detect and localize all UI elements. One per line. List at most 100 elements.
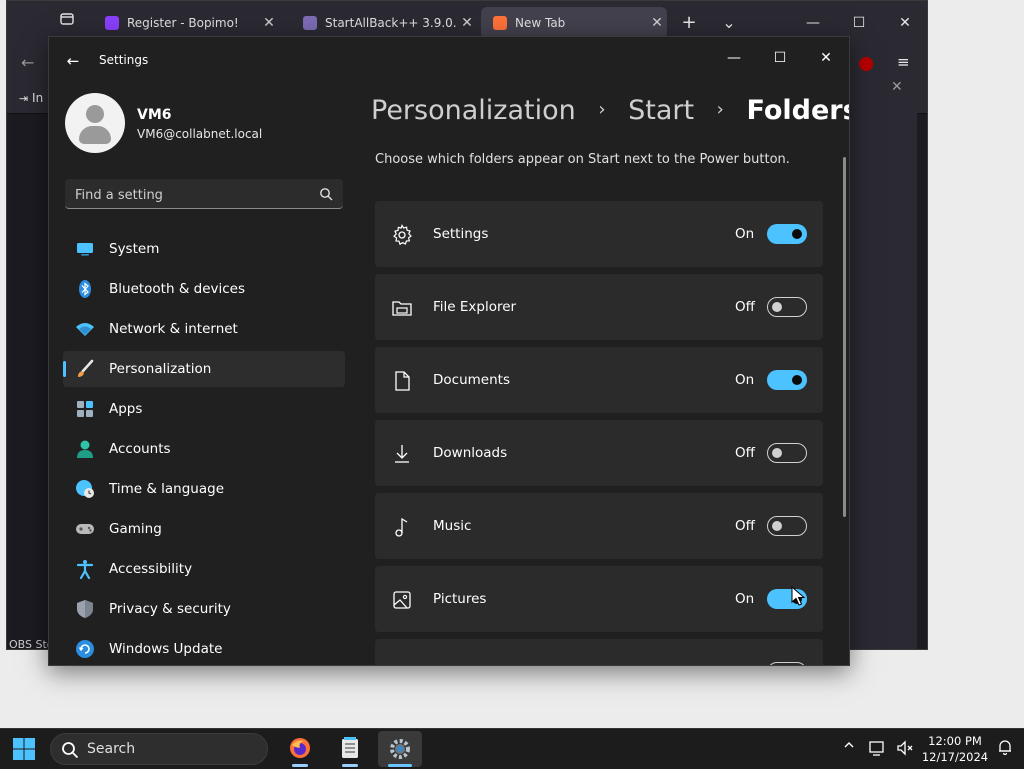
close-tab-icon[interactable]: ✕ (259, 15, 279, 31)
folder-label: Settings (433, 226, 489, 242)
sidebar-item-privacy[interactable]: Privacy & security (63, 591, 345, 627)
folder-label: Documents (433, 372, 510, 388)
taskbar-notepad[interactable] (328, 731, 372, 767)
sidebar-item-label: Windows Update (109, 641, 223, 657)
volume-muted-icon[interactable] (896, 739, 914, 757)
breadcrumb-separator: › (716, 99, 724, 120)
back-button[interactable]: ← (63, 51, 83, 71)
ublock-icon[interactable] (859, 57, 873, 71)
sidebar-item-bluetooth[interactable]: Bluetooth & devices (63, 271, 345, 307)
taskbar: Search 12:00 PM 12/17/2024 (0, 728, 1024, 769)
panel-close-icon[interactable]: ✕ (891, 79, 903, 95)
sidebar-item-label: Accounts (109, 441, 171, 457)
browser-tab-active[interactable]: New Tab ✕ (481, 7, 667, 39)
page-title: Folders (746, 95, 850, 126)
system-clock[interactable]: 12:00 PM 12/17/2024 (918, 733, 992, 765)
sidebar-item-network[interactable]: Network & internet (63, 311, 345, 347)
bookmark-item[interactable]: ⇥ In (19, 91, 43, 105)
notification-bell-icon[interactable] (996, 739, 1014, 757)
sidebar-item-label: System (109, 241, 160, 257)
browser-tab[interactable]: Register - Bopimo! ✕ (93, 7, 279, 39)
sidebar-item-label: Accessibility (109, 561, 193, 577)
app-title: Settings (99, 53, 149, 67)
sidebar-item-gaming[interactable]: Gaming (63, 511, 345, 547)
browser-minimize-icon[interactable]: — (799, 9, 827, 37)
taskbar-search[interactable]: Search (50, 733, 268, 765)
sidebar-item-system[interactable]: System (63, 231, 345, 267)
close-tab-icon[interactable]: ✕ (647, 15, 667, 31)
tab-title: Register - Bopimo! (127, 16, 239, 30)
network-icon[interactable] (868, 739, 886, 757)
accessibility-icon (75, 559, 95, 580)
toggle-state-text: On (735, 372, 755, 388)
folder-label: Pictures (433, 591, 487, 607)
file-explorer-toggle[interactable] (767, 297, 807, 317)
notepad-icon (342, 737, 358, 758)
music-note-icon (391, 516, 413, 538)
search-input[interactable] (65, 179, 317, 211)
toggle-state-text: Off (735, 299, 755, 315)
folder-row-music: Music Off (375, 493, 823, 559)
close-button[interactable]: ✕ (803, 43, 849, 73)
browser-maximize-icon[interactable]: ☐ (845, 9, 873, 37)
document-icon (391, 370, 413, 392)
search-icon (319, 186, 333, 201)
maximize-button[interactable]: ☐ (757, 43, 803, 73)
taskbar-firefox[interactable] (278, 731, 322, 767)
firefox-icon (493, 16, 507, 30)
tab-favicon-icon (105, 16, 119, 30)
sidebar-item-windows-update[interactable]: Windows Update (63, 631, 345, 665)
close-tab-icon[interactable]: ✕ (457, 15, 477, 31)
settings-toggle[interactable] (767, 224, 807, 244)
chevron-up-icon[interactable] (840, 739, 858, 757)
minimize-button[interactable]: — (711, 43, 757, 73)
sidebar-item-apps[interactable]: Apps (63, 391, 345, 427)
settings-gear-icon (390, 739, 410, 759)
tab-title: StartAllBack++ 3.9.0.5216 (325, 16, 457, 30)
folder-label: File Explorer (433, 299, 517, 315)
tab-list-button[interactable]: ⌄ (715, 9, 743, 37)
browser-back-icon[interactable]: ← (21, 53, 34, 72)
toggle-state-text: Off (735, 518, 755, 534)
windows-start-icon[interactable] (12, 737, 36, 761)
partial-toggle[interactable] (767, 662, 807, 665)
download-icon (391, 443, 413, 465)
sidebar-item-label: Bluetooth & devices (109, 281, 246, 297)
monitor-icon (75, 239, 95, 259)
sidebar-item-accessibility[interactable]: Accessibility (63, 551, 345, 587)
sidebar-item-label: Time & language (109, 481, 225, 497)
update-icon (75, 639, 95, 659)
sidebar-item-personalization[interactable]: Personalization (63, 351, 345, 387)
brush-icon (75, 359, 95, 379)
sidebar-item-label: Personalization (109, 361, 212, 377)
breadcrumb-separator: › (598, 99, 606, 120)
folder-list: Settings On File Explorer Off Documents … (375, 201, 823, 665)
breadcrumb-personalization[interactable]: Personalization (371, 95, 576, 126)
toggle-state-text: On (735, 591, 755, 607)
sidebar-item-label: Network & internet (109, 321, 238, 337)
tab-overview-icon[interactable] (53, 9, 81, 37)
browser-tab[interactable]: StartAllBack++ 3.9.0.5216 ✕ (291, 7, 477, 39)
apps-icon (75, 399, 95, 419)
taskbar-settings[interactable] (378, 731, 422, 767)
browser-close-icon[interactable]: ✕ (891, 9, 919, 37)
running-indicator (342, 764, 358, 767)
browser-menu-icon[interactable]: ≡ (897, 53, 910, 71)
running-indicator (292, 764, 308, 767)
sidebar-item-label: Gaming (109, 521, 162, 537)
sidebar-item-time-language[interactable]: Time & language (63, 471, 345, 507)
breadcrumb-start[interactable]: Start (628, 95, 694, 126)
new-tab-button[interactable]: + (675, 9, 703, 37)
music-toggle[interactable] (767, 516, 807, 536)
folder-label: Downloads (433, 445, 508, 461)
clock-date: 12/17/2024 (921, 750, 989, 764)
taskbar-search-label: Search (87, 741, 136, 757)
sidebar-item-accounts[interactable]: Accounts (63, 431, 345, 467)
downloads-toggle[interactable] (767, 443, 807, 463)
tab-favicon-icon (303, 16, 317, 30)
user-profile[interactable]: VM6 VM6@collabnet.local (65, 93, 365, 157)
search-box[interactable] (65, 179, 343, 211)
content-scrollbar[interactable] (843, 157, 846, 517)
documents-toggle[interactable] (767, 370, 807, 390)
folder-row-file-explorer: File Explorer Off (375, 274, 823, 340)
